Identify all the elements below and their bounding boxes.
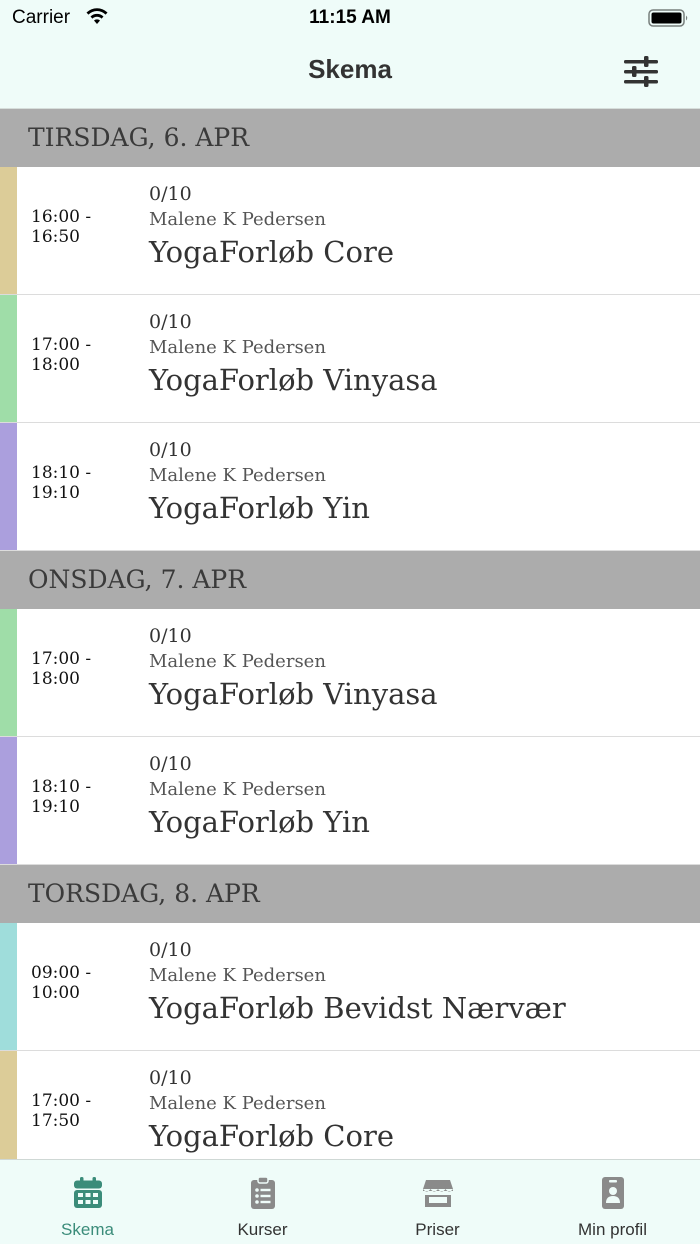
class-color-bar [0, 1051, 17, 1160]
class-row[interactable]: 18:10 - 19:10 0/10 Malene K Pedersen Yog… [0, 423, 700, 551]
class-name: YogaForløb Bevidst Nærvær [149, 991, 566, 1025]
tab-skema[interactable]: Skema [0, 1160, 175, 1244]
class-color-bar [0, 167, 17, 294]
tab-bar: Skema Kurser Priser Min profil [0, 1159, 700, 1244]
schedule-list[interactable]: TIRSDAG, 6. APR 16:00 - 16:50 0/10 Malen… [0, 109, 700, 1160]
day-header: TIRSDAG, 6. APR [0, 109, 700, 167]
time-end: 16:50 [31, 227, 80, 247]
spots-count: 0/10 [149, 311, 192, 333]
time-end: 18:00 [31, 669, 80, 689]
clipboard-list-icon [251, 1176, 275, 1209]
time-end: 10:00 [31, 983, 80, 1003]
class-row[interactable]: 17:00 - 17:50 0/10 Malene K Pedersen Yog… [0, 1051, 700, 1160]
class-row[interactable]: 17:00 - 18:00 0/10 Malene K Pedersen Yog… [0, 295, 700, 423]
battery-icon [648, 9, 688, 27]
time-start: 17:00 - [31, 1091, 92, 1111]
time-end: 18:00 [31, 355, 80, 375]
spots-count: 0/10 [149, 439, 192, 461]
class-name: YogaForløb Core [149, 1119, 394, 1153]
class-name: YogaForløb Vinyasa [149, 677, 438, 711]
class-time: 09:00 - 10:00 [31, 963, 91, 1003]
class-name: YogaForløb Yin [149, 491, 370, 525]
class-time: 16:00 - 16:50 [31, 207, 91, 247]
tab-priser[interactable]: Priser [350, 1160, 525, 1244]
filter-sliders-icon[interactable] [622, 53, 660, 91]
navigation-bar: Skema [0, 36, 700, 109]
spots-count: 0/10 [149, 1067, 192, 1089]
class-time: 17:00 - 18:00 [31, 335, 91, 375]
calendar-icon [74, 1177, 102, 1208]
tab-kurser[interactable]: Kurser [175, 1160, 350, 1244]
class-time: 18:10 - 19:10 [31, 777, 91, 817]
class-color-bar [0, 609, 17, 736]
spots-count: 0/10 [149, 625, 192, 647]
spots-count: 0/10 [149, 753, 192, 775]
time-start: 09:00 - [31, 963, 92, 983]
spots-count: 0/10 [149, 939, 192, 961]
class-time: 17:00 - 17:50 [31, 1091, 91, 1131]
teacher-name: Malene K Pedersen [149, 337, 326, 358]
tab-label: Min profil [578, 1220, 647, 1239]
status-bar: Carrier 11:15 AM [0, 0, 700, 36]
tab-label: Priser [415, 1220, 460, 1239]
time-start: 16:00 - [31, 207, 92, 227]
spots-count: 0/10 [149, 183, 192, 205]
tab-label: Kurser [237, 1220, 288, 1239]
time-start: 18:10 - [31, 777, 92, 797]
class-color-bar [0, 737, 17, 864]
class-row[interactable]: 09:00 - 10:00 0/10 Malene K Pedersen Yog… [0, 923, 700, 1051]
teacher-name: Malene K Pedersen [149, 209, 326, 230]
class-row[interactable]: 17:00 - 18:00 0/10 Malene K Pedersen Yog… [0, 609, 700, 737]
tab-min-profil[interactable]: Min profil [525, 1160, 700, 1244]
teacher-name: Malene K Pedersen [149, 779, 326, 800]
class-color-bar [0, 423, 17, 550]
day-header: ONSDAG, 7. APR [0, 551, 700, 609]
time-end: 19:10 [31, 797, 80, 817]
teacher-name: Malene K Pedersen [149, 965, 326, 986]
class-row[interactable]: 16:00 - 16:50 0/10 Malene K Pedersen Yog… [0, 167, 700, 295]
time-start: 17:00 - [31, 649, 92, 669]
teacher-name: Malene K Pedersen [149, 651, 326, 672]
time-start: 17:00 - [31, 335, 92, 355]
time-end: 17:50 [31, 1111, 80, 1131]
page-title: Skema [308, 54, 392, 84]
store-icon [423, 1180, 453, 1207]
class-time: 17:00 - 18:00 [31, 649, 91, 689]
class-name: YogaForløb Core [149, 235, 394, 269]
time-end: 19:10 [31, 483, 80, 503]
class-time: 18:10 - 19:10 [31, 463, 91, 503]
clock-time: 11:15 AM [309, 7, 391, 28]
class-name: YogaForløb Vinyasa [149, 363, 438, 397]
class-name: YogaForløb Yin [149, 805, 370, 839]
class-color-bar [0, 295, 17, 422]
id-badge-icon [602, 1177, 624, 1209]
teacher-name: Malene K Pedersen [149, 1093, 326, 1114]
day-header: TORSDAG, 8. APR [0, 865, 700, 923]
class-color-bar [0, 923, 17, 1050]
class-row[interactable]: 18:10 - 19:10 0/10 Malene K Pedersen Yog… [0, 737, 700, 865]
time-start: 18:10 - [31, 463, 92, 483]
teacher-name: Malene K Pedersen [149, 465, 326, 486]
tab-label: Skema [61, 1220, 114, 1239]
